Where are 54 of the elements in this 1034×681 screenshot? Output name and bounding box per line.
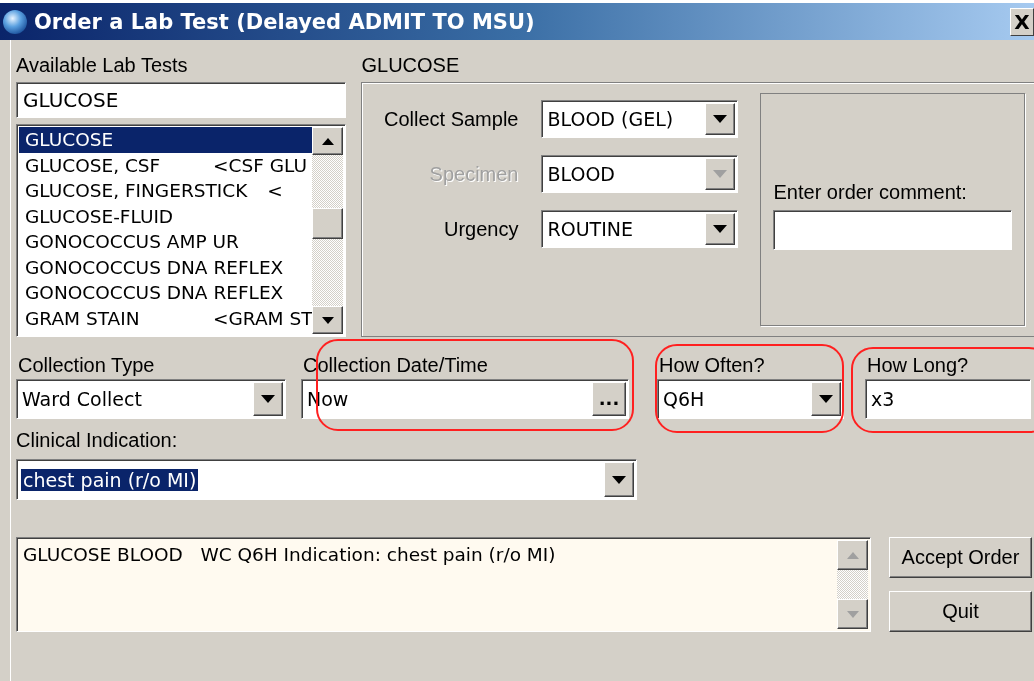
up-arrow-icon	[322, 137, 334, 145]
dropdown-button[interactable]	[253, 382, 283, 416]
comment-field[interactable]	[773, 209, 1013, 250]
dropdown[interactable]: ROUTINE	[541, 210, 739, 248]
caret-icon	[713, 225, 728, 233]
dropdown[interactable]: BLOOD (GEL)	[541, 100, 739, 138]
field-label: How Long?	[867, 353, 970, 377]
field-label: Urgency	[443, 217, 519, 241]
browse-button[interactable]: ...	[592, 382, 626, 416]
dropdown-button[interactable]	[705, 103, 736, 135]
scroll-thumb[interactable]	[312, 208, 344, 239]
test-title: GLUCOSE	[361, 53, 461, 78]
search-field[interactable]: GLUCOSE	[16, 82, 347, 118]
field-label: Collect Sample	[382, 107, 519, 131]
scrollbar[interactable]	[312, 127, 344, 334]
field-label: Clinical Indication:	[16, 428, 179, 453]
list-item[interactable]: GLUCOSE, CSF <CSF GLU	[19, 152, 313, 178]
down-arrow-icon	[322, 316, 334, 324]
list-item[interactable]: GLUCOSE-FLUID	[19, 203, 313, 229]
scroll-down-button[interactable]	[312, 306, 344, 334]
field-label: Collection Type	[18, 353, 156, 377]
field-label: Available Lab Tests	[16, 53, 189, 78]
up-arrow-icon	[846, 551, 859, 559]
scrollbar[interactable]	[837, 540, 868, 629]
list-item[interactable]: GONOCOCCUS AMP UR	[19, 229, 313, 255]
list-item[interactable]: GLUCOSE	[19, 127, 313, 153]
scroll-down-button[interactable]	[837, 599, 868, 629]
dropdown-button[interactable]	[705, 213, 736, 245]
list-item[interactable]: GRAM STAIN <GRAM ST	[19, 305, 313, 331]
dropdown[interactable]: Ward Collect	[16, 379, 286, 419]
close-button[interactable]: X	[1010, 7, 1034, 36]
list-item[interactable]: GONOCOCCUS DNA REFLEX	[19, 280, 313, 306]
text-field[interactable]: x3	[865, 379, 1031, 419]
caret-icon	[612, 475, 626, 484]
scroll-up-button[interactable]	[312, 127, 344, 155]
dropdown[interactable]: Q6H	[657, 379, 844, 419]
dropdown-button[interactable]	[604, 462, 634, 497]
caret-icon	[713, 115, 728, 123]
field-label: How Often?	[659, 353, 766, 377]
app-icon	[2, 8, 28, 35]
window-title: Order a Lab Test (Delayed ADMIT TO MSU)	[34, 9, 535, 34]
order-summary-text: GLUCOSE BLOOD WC Q6H Indication: chest pain (r/o MI)	[22, 543, 557, 565]
scroll-up-button[interactable]	[837, 540, 868, 570]
down-arrow-icon	[846, 610, 859, 618]
dropdown[interactable]: chest pain (r/o MI)	[16, 459, 637, 500]
field-label: Enter order comment:	[773, 179, 968, 204]
list-item[interactable]: GLUCOSE, FINGERSTICK <	[19, 178, 313, 204]
action-button[interactable]: Accept Order	[889, 537, 1032, 578]
dropdown-button[interactable]	[811, 382, 841, 416]
caret-icon	[713, 170, 728, 178]
caret-icon	[819, 395, 833, 403]
action-button[interactable]: Quit	[889, 591, 1032, 632]
caret-icon	[261, 395, 275, 403]
list-item[interactable]: GONOCOCCUS DNA REFLEX	[19, 254, 313, 280]
